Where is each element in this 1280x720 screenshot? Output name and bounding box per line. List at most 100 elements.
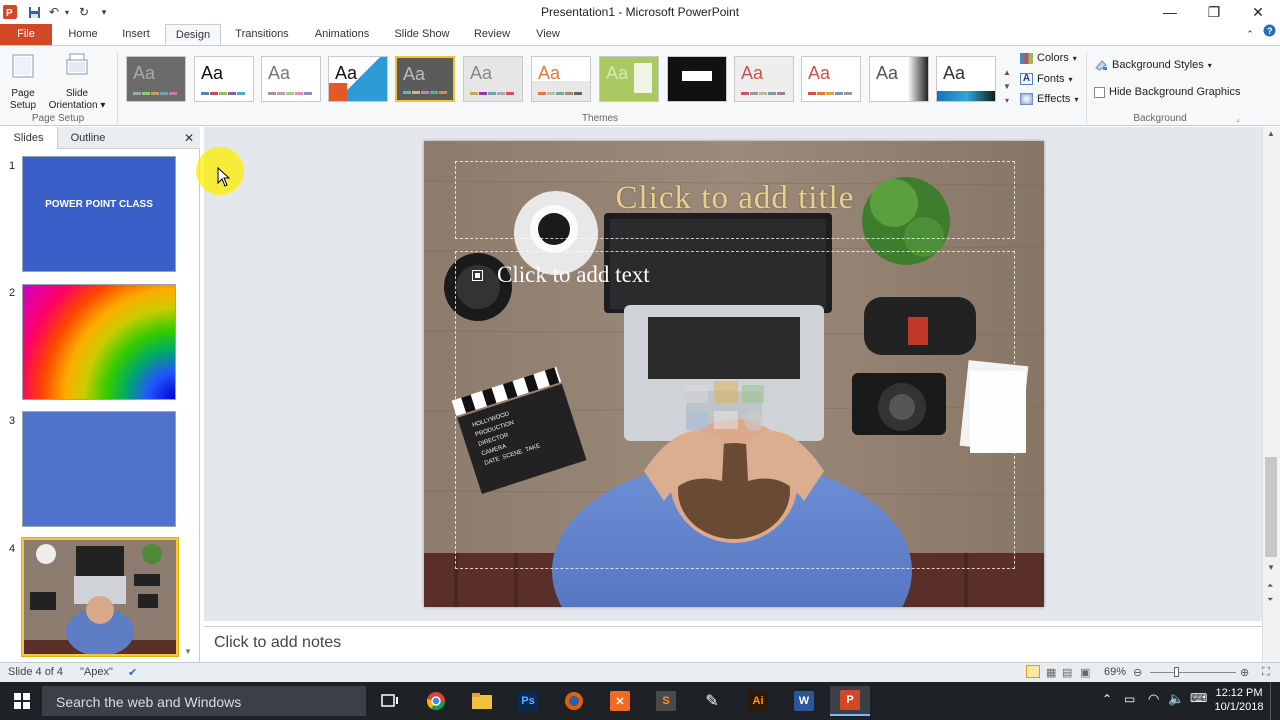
zoom-slider-thumb[interactable] — [1174, 667, 1179, 677]
tab-transitions[interactable]: Transitions — [228, 24, 296, 45]
spell-check-icon[interactable]: ✔ — [128, 666, 137, 679]
zoom-in-icon[interactable]: ⊕ — [1240, 666, 1249, 679]
background-styles-button[interactable]: Background Styles ▾ — [1094, 59, 1212, 71]
tab-review[interactable]: Review — [466, 24, 518, 45]
wifi-icon[interactable]: ◠ — [1148, 691, 1159, 707]
taskbar-search-box[interactable]: Search the web and Windows — [42, 686, 366, 716]
tab-animations[interactable]: Animations — [306, 24, 378, 45]
current-slide[interactable]: HOLLYWOOD PRODUCTION DIRECTOR CAMERA DAT… — [424, 141, 1044, 607]
slide-orientation-button[interactable]: Slide Orientation ▾ — [44, 52, 110, 112]
clock[interactable]: 12:12 PM 10/1/2018 — [1212, 686, 1266, 714]
powerpoint-taskbar-icon[interactable]: P — [830, 686, 870, 716]
slide-number: 4 — [9, 543, 16, 555]
tab-home[interactable]: Home — [60, 24, 106, 45]
zoom-level[interactable]: 69% — [1104, 666, 1126, 678]
tab-outline[interactable]: Outline — [58, 127, 118, 149]
zoom-slider[interactable] — [1150, 672, 1236, 673]
show-hidden-icons-icon[interactable]: ⌃ — [1102, 692, 1112, 706]
task-view-icon[interactable] — [370, 686, 410, 716]
photoshop-icon[interactable]: Ps — [508, 686, 548, 716]
slide-number: 3 — [9, 415, 16, 427]
pen-tool-icon[interactable]: ✎ — [692, 686, 732, 716]
volume-icon[interactable]: 🔈 — [1168, 691, 1184, 707]
background-group-label: Background — [1133, 113, 1187, 124]
theme-thumb-6[interactable]: Aa — [463, 56, 523, 102]
tab-design[interactable]: Design — [165, 24, 221, 45]
format-background-launcher-icon[interactable]: ⌟ — [1236, 114, 1240, 123]
clock-time: 12:12 PM — [1215, 687, 1263, 699]
theme-thumb-13[interactable]: Aa — [936, 56, 996, 102]
scroll-up-icon[interactable]: ▲ — [1267, 129, 1275, 138]
fonts-button[interactable]: A Fonts ▾ — [1020, 73, 1073, 85]
theme-thumb-1[interactable]: Aa — [126, 56, 186, 102]
fonts-icon: A — [1020, 73, 1033, 85]
slide-thumbnail-3[interactable] — [22, 411, 176, 527]
theme-thumb-12[interactable]: Aa — [869, 56, 929, 102]
effects-button[interactable]: Effects ▾ — [1020, 93, 1078, 105]
keyboard-icon[interactable]: ⌨ — [1190, 691, 1207, 705]
hide-background-graphics-checkbox[interactable]: Hide Background Graphics — [1094, 86, 1240, 98]
close-button[interactable]: ✕ — [1236, 0, 1280, 24]
restore-button[interactable]: ❐ — [1192, 0, 1236, 24]
chrome-icon[interactable] — [416, 686, 456, 716]
background-styles-icon — [1094, 59, 1108, 71]
theme-thumb-10[interactable]: Aa — [734, 56, 794, 102]
normal-view-icon[interactable] — [1026, 665, 1040, 678]
theme-thumb-11[interactable]: Aa — [801, 56, 861, 102]
word-icon[interactable]: W — [784, 686, 824, 716]
theme-accent-shape — [329, 83, 347, 101]
illustrator-icon[interactable]: Ai — [738, 686, 778, 716]
slide-show-icon[interactable]: ▣ — [1080, 666, 1090, 679]
scroll-down-icon[interactable]: ▼ — [1267, 563, 1275, 572]
theme-thumb-7[interactable]: Aa — [531, 56, 591, 102]
pane-scroll-down-icon[interactable]: ▼ — [184, 647, 192, 656]
notes-pane[interactable]: Click to add notes — [204, 626, 1262, 662]
page-setup-button[interactable]: Page Setup — [4, 52, 42, 112]
sublime-icon[interactable]: S — [646, 686, 686, 716]
slides-pane-tabs: Slides Outline ✕ — [0, 127, 200, 149]
theme-thumb-2[interactable]: Aa — [194, 56, 254, 102]
vertical-scrollbar[interactable]: ▲ ▼ ⏶ ⏷ — [1262, 127, 1280, 662]
status-bar: Slide 4 of 4 "Apex" ✔ ▦ ▤ ▣ 69% ⊖ ⊕ ⛶ — [0, 662, 1280, 682]
slide-thumbnail-4[interactable] — [22, 538, 178, 656]
show-desktop-button[interactable] — [1270, 682, 1280, 720]
tab-slide-show[interactable]: Slide Show — [388, 24, 456, 45]
title-placeholder[interactable]: Click to add title — [455, 161, 1015, 239]
slide-thumbnail-2[interactable] — [22, 284, 176, 400]
app-icon-orange[interactable]: ✕ — [600, 686, 640, 716]
file-explorer-icon[interactable] — [462, 686, 502, 716]
close-pane-icon[interactable]: ✕ — [180, 127, 198, 149]
slide-thumbnail-1[interactable]: POWER POINT CLASS — [22, 156, 176, 272]
zoom-out-icon[interactable]: ⊖ — [1133, 666, 1142, 679]
minimize-button[interactable]: — — [1148, 0, 1192, 24]
tab-slides[interactable]: Slides — [0, 127, 58, 149]
tab-file[interactable]: File — [0, 24, 52, 45]
group-divider — [1086, 52, 1087, 124]
content-placeholder[interactable]: Click to add text — [455, 251, 1015, 569]
theme-thumb-4[interactable]: Aa — [328, 56, 388, 102]
theme-thumb-5-selected[interactable]: Aa — [395, 56, 455, 102]
group-divider — [117, 52, 118, 124]
themes-scroll-down-icon[interactable]: ▼ — [1001, 82, 1013, 91]
colors-button[interactable]: Colors ▾ — [1020, 52, 1077, 64]
previous-slide-icon[interactable]: ⏶ — [1267, 581, 1273, 591]
firefox-icon[interactable] — [554, 686, 594, 716]
tab-insert[interactable]: Insert — [114, 24, 158, 45]
themes-more-icon[interactable]: ▾ — [1001, 96, 1013, 105]
fit-to-window-icon[interactable]: ⛶ — [1262, 666, 1270, 679]
next-slide-icon[interactable]: ⏷ — [1267, 595, 1273, 605]
theme-thumb-3[interactable]: Aa — [261, 56, 321, 102]
tab-view[interactable]: View — [528, 24, 568, 45]
help-icon[interactable]: ? — [1260, 24, 1278, 45]
start-button[interactable] — [2, 686, 42, 716]
theme-thumb-8[interactable]: Aa — [599, 56, 659, 102]
network-icon[interactable]: ▭ — [1124, 692, 1135, 706]
mouse-pointer-icon — [217, 166, 231, 190]
slide-sorter-icon[interactable]: ▦ — [1046, 666, 1056, 679]
themes-scroll-up-icon[interactable]: ▲ — [1001, 68, 1013, 77]
reading-view-icon[interactable]: ▤ — [1062, 666, 1072, 679]
slide-number: 2 — [9, 287, 16, 299]
minimize-ribbon-icon[interactable]: ⌃ — [1242, 24, 1258, 45]
scroll-thumb[interactable] — [1265, 457, 1277, 557]
theme-thumb-9[interactable]: Aa — [667, 56, 727, 102]
